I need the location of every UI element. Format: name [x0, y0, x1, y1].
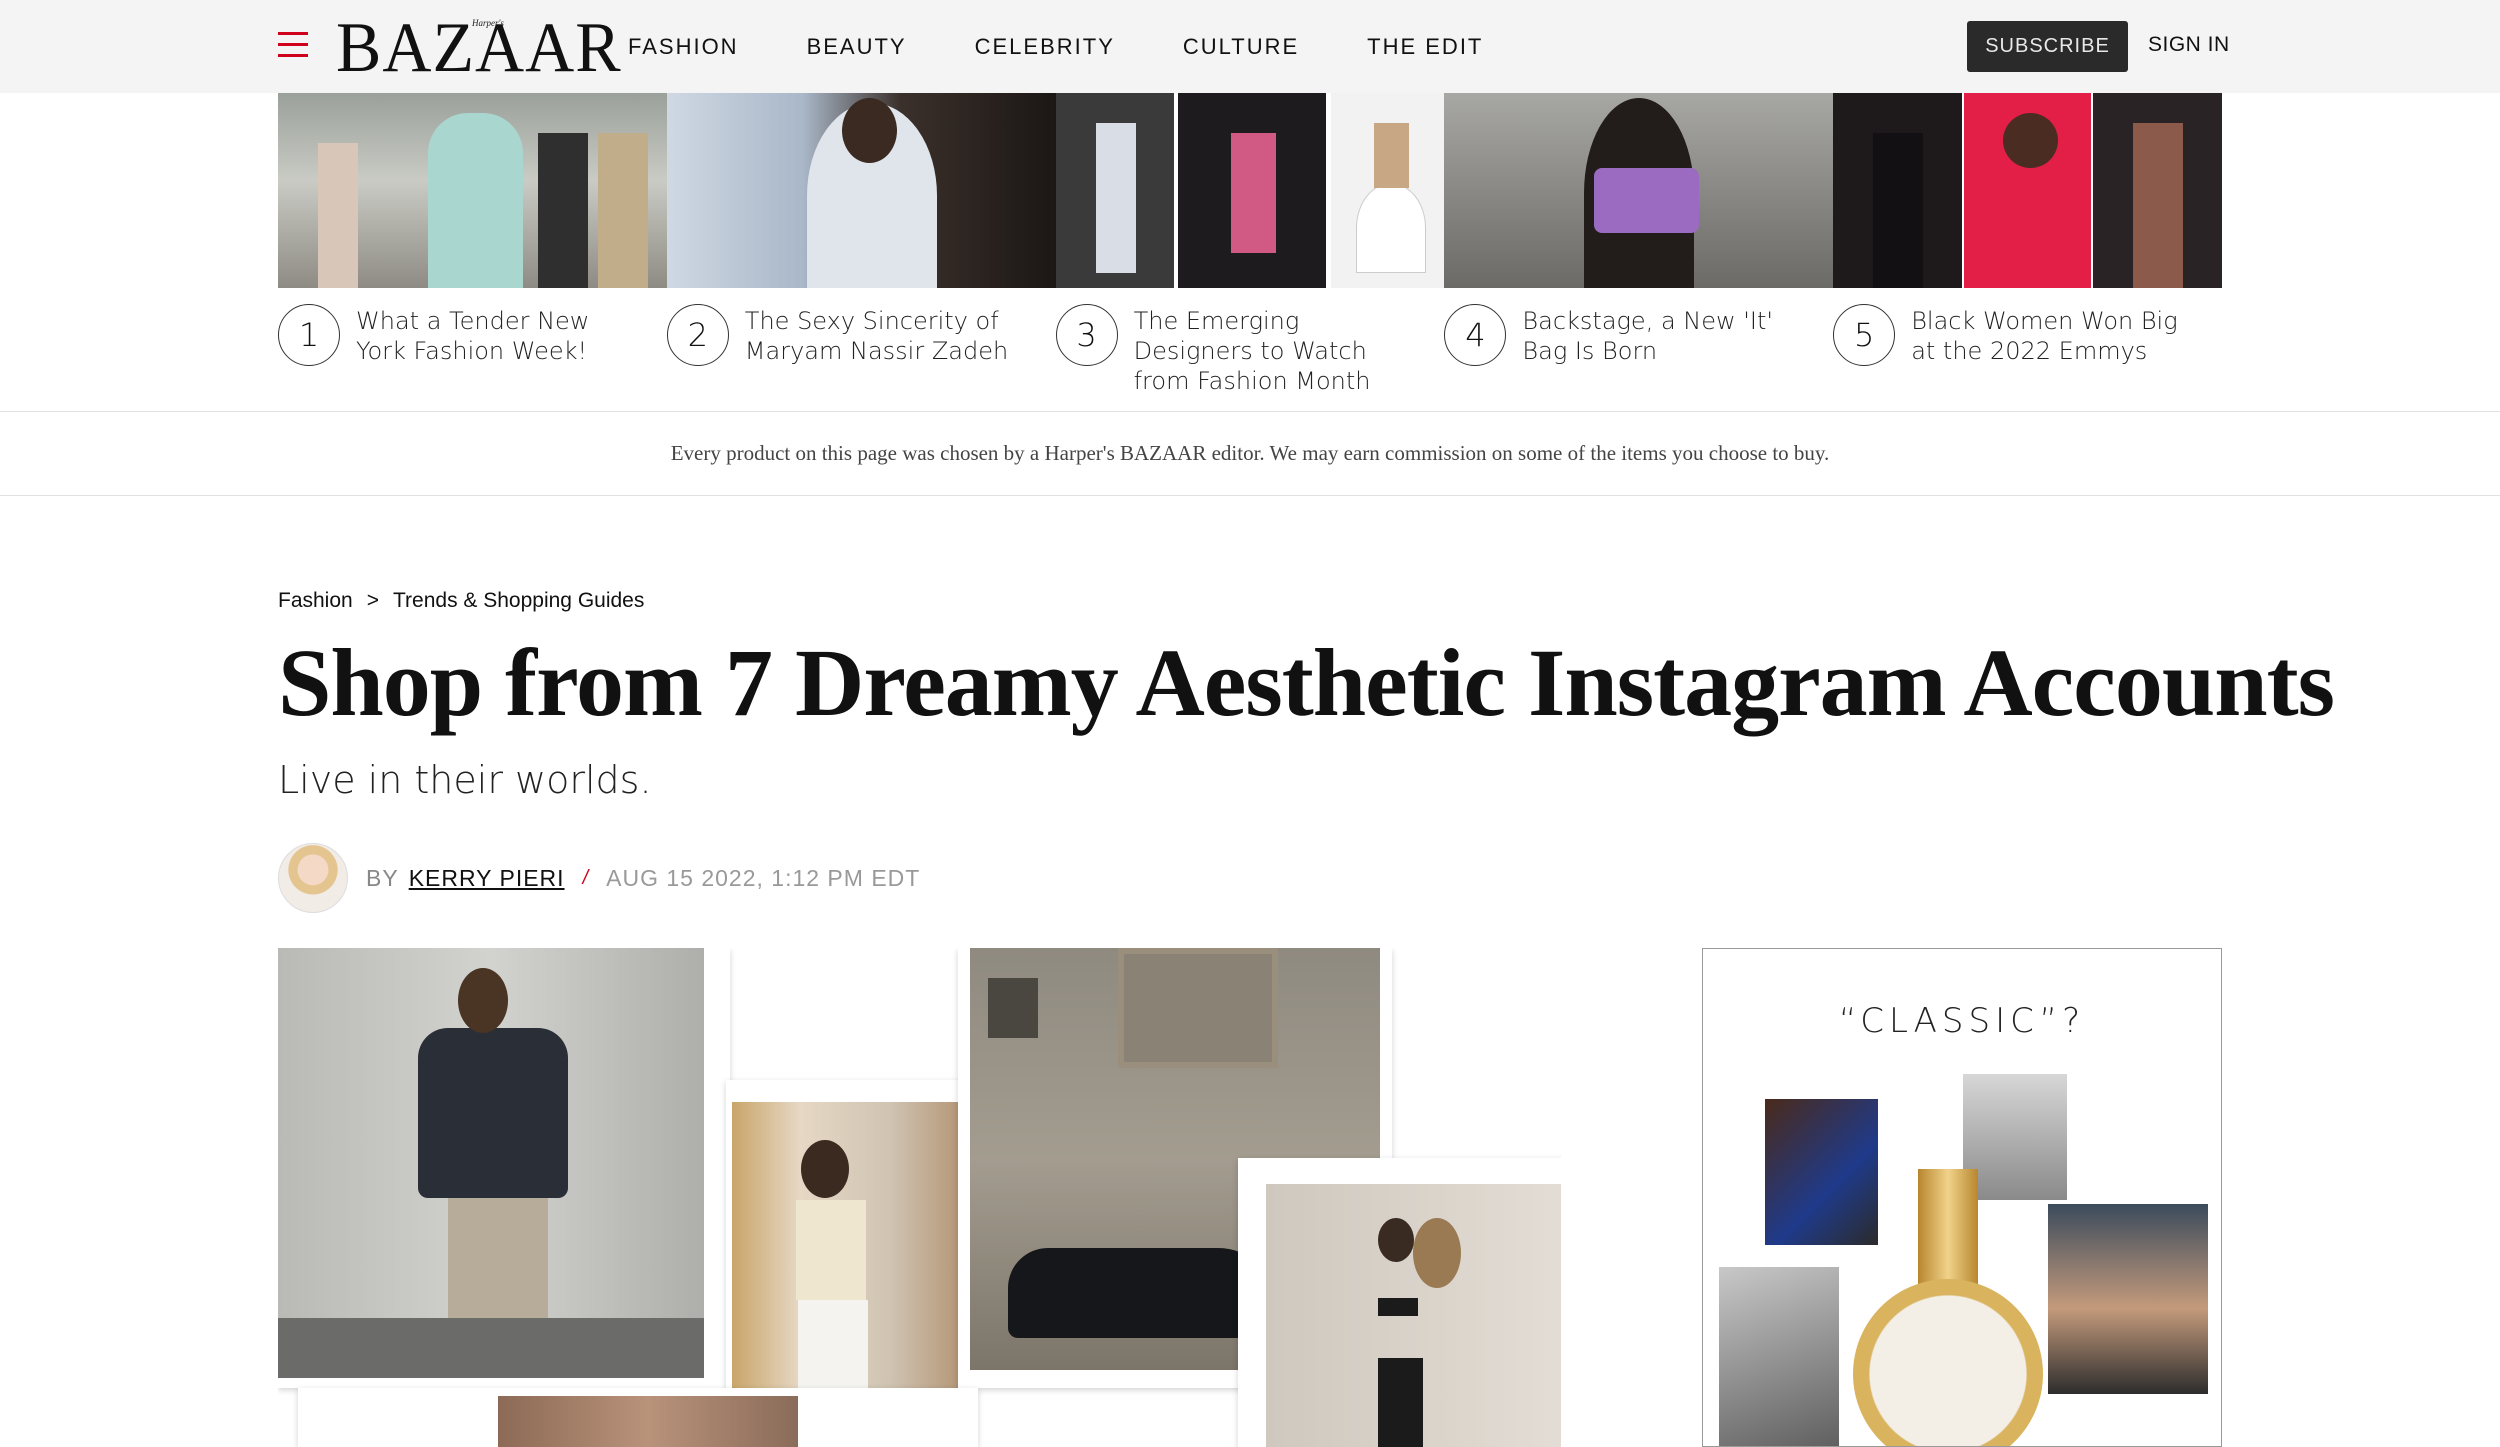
trending-title[interactable]: Black Women Won Big at the 2022 Emmys — [1911, 306, 2201, 366]
trending-item[interactable]: 4 Backstage, a New 'It' Bag Is Born — [1444, 304, 1833, 396]
site-logo[interactable]: Harper's BAZAAR — [336, 7, 622, 87]
trending-item[interactable]: 2 The Sexy Sincerity of Maryam Nassir Za… — [666, 304, 1056, 396]
trending-item[interactable]: 5 Black Women Won Big at the 2022 Emmys — [1833, 304, 2222, 396]
advertisement[interactable]: “CLASSIC”? — [1702, 948, 2222, 1447]
trending-number: 5 — [1833, 304, 1896, 366]
publish-date: AUG 15 2022, 1:12 PM EDT — [606, 864, 921, 891]
byline: BY KERRY PIERI / AUG 15 2022, 1:12 PM ED… — [278, 842, 920, 914]
trending-image-1[interactable] — [278, 93, 667, 288]
trending-image-3[interactable] — [1055, 93, 1445, 288]
trending-title[interactable]: The Emerging Designers to Watch from Fas… — [1134, 306, 1424, 396]
sign-in-link[interactable]: SIGN IN — [2148, 33, 2230, 57]
lead-image-collage[interactable] — [278, 948, 1561, 1447]
ad-headline: “CLASSIC”? — [1838, 1001, 2086, 1041]
top-nav-bar: Harper's BAZAAR FASHION BEAUTY CELEBRITY… — [0, 0, 2500, 93]
main-nav: FASHION BEAUTY CELEBRITY CULTURE THE EDI… — [628, 34, 1551, 60]
breadcrumb-fashion[interactable]: Fashion — [278, 589, 353, 613]
author-link[interactable]: KERRY PIERI — [409, 865, 565, 892]
nav-fashion[interactable]: FASHION — [628, 34, 739, 60]
breadcrumb: Fashion > Trends & Shopping Guides — [278, 589, 644, 613]
ad-photo-portrait — [2048, 1204, 2208, 1394]
ad-photo-pianist — [1765, 1099, 1878, 1245]
trending-number: 3 — [1055, 304, 1118, 366]
ad-photo-swimmer — [1963, 1074, 2067, 1200]
trending-list: 1 What a Tender New York Fashion Week! 2… — [278, 304, 2222, 396]
collage-photo — [278, 948, 730, 1388]
subscribe-button[interactable]: SUBSCRIBE — [1967, 21, 2128, 72]
nav-beauty[interactable]: BEAUTY — [807, 34, 907, 60]
article-title: Shop from 7 Dreamy Aesthetic Instagram A… — [278, 629, 2335, 736]
byline-separator: / — [582, 866, 589, 889]
author-avatar[interactable] — [278, 843, 348, 913]
trending-image-2[interactable] — [666, 93, 1056, 288]
byline-prefix: BY — [366, 864, 399, 891]
nav-celebrity[interactable]: CELEBRITY — [975, 34, 1115, 60]
trending-item[interactable]: 1 What a Tender New York Fashion Week! — [278, 304, 667, 396]
trending-number: 4 — [1444, 304, 1507, 366]
watch-icon — [1853, 1279, 2043, 1446]
trending-images — [278, 93, 2222, 288]
trending-image-5[interactable] — [1833, 93, 2222, 288]
nav-the-edit[interactable]: THE EDIT — [1367, 34, 1483, 60]
trending-item[interactable]: 3 The Emerging Designers to Watch from F… — [1055, 304, 1445, 396]
trending-number: 1 — [278, 304, 340, 366]
trending-title[interactable]: The Sexy Sincerity of Maryam Nassir Zade… — [745, 306, 1035, 366]
trending-number: 2 — [666, 304, 729, 366]
collage-photo — [298, 1388, 978, 1447]
menu-icon[interactable] — [278, 30, 308, 60]
trending-title[interactable]: Backstage, a New 'It' Bag Is Born — [1522, 306, 1812, 366]
article-dek: Live in their worlds. — [278, 758, 652, 802]
trending-title[interactable]: What a Tender New York Fashion Week! — [356, 306, 646, 366]
logo-bazaar: BAZAAR — [336, 7, 622, 87]
trending-image-4[interactable] — [1444, 93, 1834, 288]
breadcrumb-separator: > — [366, 589, 379, 612]
collage-photo — [1238, 1158, 1561, 1447]
breadcrumb-trends[interactable]: Trends & Shopping Guides — [393, 589, 644, 613]
affiliate-disclaimer: Every product on this page was chosen by… — [0, 411, 2500, 496]
ad-photo-rider — [1719, 1267, 1839, 1446]
nav-culture[interactable]: CULTURE — [1183, 34, 1299, 60]
